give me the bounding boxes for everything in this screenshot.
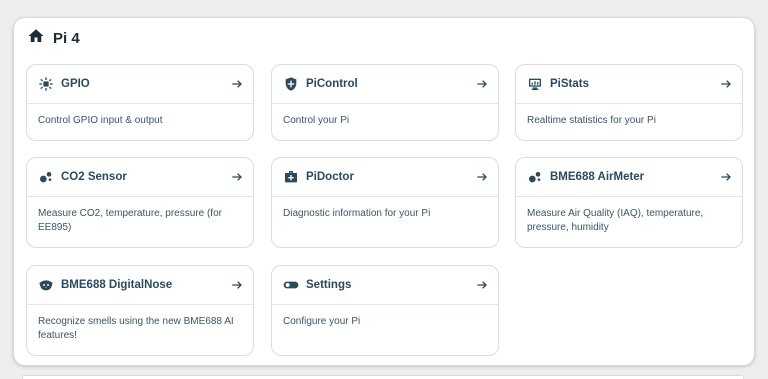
bubbles-icon <box>38 169 54 185</box>
arrow-right-icon[interactable] <box>474 76 490 92</box>
card-title: GPIO <box>61 78 90 90</box>
card-bme688-airmeter[interactable]: BME688 AirMeter Measure Air Quality (IAQ… <box>515 157 743 248</box>
monitor-chart-icon <box>527 76 543 92</box>
arrow-right-icon[interactable] <box>229 76 245 92</box>
card-title: PiStats <box>550 78 589 90</box>
card-title: PiControl <box>306 78 358 90</box>
card-description: Measure CO2, temperature, pressure (for … <box>38 208 222 233</box>
arrow-right-icon[interactable] <box>229 277 245 293</box>
card-description: Control your Pi <box>283 115 350 126</box>
shield-icon <box>283 76 299 92</box>
card-settings[interactable]: Settings Configure your Pi <box>271 265 499 356</box>
card-description: Recognize smells using the new BME688 AI… <box>38 316 234 341</box>
arrow-right-icon[interactable] <box>474 277 490 293</box>
medical-bag-icon <box>283 169 299 185</box>
arrow-right-icon[interactable] <box>229 169 245 185</box>
toggle-icon <box>283 277 299 293</box>
card-description: Measure Air Quality (IAQ), temperature, … <box>527 208 704 233</box>
card-bme688-digitalnose[interactable]: BME688 DigitalNose Recognize smells usin… <box>26 265 254 356</box>
card-description: Diagnostic information for your Pi <box>283 208 431 219</box>
arrow-right-icon[interactable] <box>474 169 490 185</box>
bubbles-icon <box>527 169 543 185</box>
arrow-right-icon[interactable] <box>718 76 734 92</box>
home-icon <box>27 27 45 50</box>
panel-header: Pi 4 <box>27 27 80 50</box>
card-title: PiDoctor <box>306 171 354 183</box>
card-description: Realtime statistics for your Pi <box>527 115 656 126</box>
card-picontrol[interactable]: PiControl Control your Pi <box>271 64 499 141</box>
card-pistats[interactable]: PiStats Realtime statistics for your Pi <box>515 64 743 141</box>
gpio-chip-icon <box>38 76 54 92</box>
card-description: Control GPIO input & output <box>38 115 163 126</box>
device-panel: Pi 4 GPIO Control GPIO input & output Pi… <box>13 17 755 366</box>
card-co2-sensor[interactable]: CO2 Sensor Measure CO2, temperature, pre… <box>26 157 254 248</box>
panel-title: Pi 4 <box>53 30 80 47</box>
next-panel-edge <box>22 375 744 379</box>
arrow-right-icon[interactable] <box>718 169 734 185</box>
card-description: Configure your Pi <box>283 316 361 327</box>
card-pidoctor[interactable]: PiDoctor Diagnostic information for your… <box>271 157 499 248</box>
card-title: Settings <box>306 279 352 291</box>
card-title: BME688 AirMeter <box>550 171 645 183</box>
card-title: CO2 Sensor <box>61 171 127 183</box>
card-title: BME688 DigitalNose <box>61 279 173 291</box>
dog-nose-icon <box>38 277 54 293</box>
card-gpio[interactable]: GPIO Control GPIO input & output <box>26 64 254 141</box>
